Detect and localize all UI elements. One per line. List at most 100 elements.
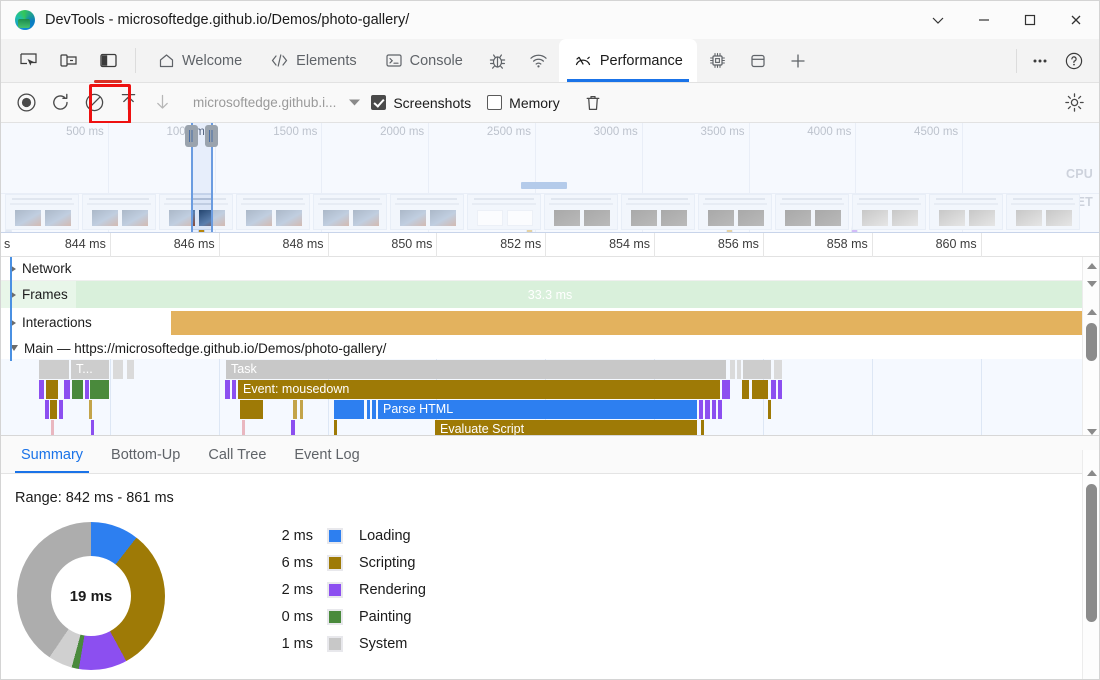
flame-bar[interactable] (771, 380, 776, 399)
legend-row[interactable]: 1 msSystem (261, 636, 426, 652)
close-icon[interactable] (1053, 1, 1099, 39)
screenshots-checkbox-group[interactable]: Screenshots (371, 95, 471, 111)
tab-issues[interactable] (477, 39, 518, 82)
flame-bar[interactable] (72, 380, 83, 399)
load-profile-up-arrow-icon[interactable] (111, 86, 145, 120)
filmstrip-frame[interactable] (698, 194, 772, 230)
filmstrip-frame[interactable] (621, 194, 695, 230)
filmstrip-frame[interactable] (467, 194, 541, 230)
profile-url-label[interactable]: microsoftedge.github.i... (193, 95, 336, 110)
interaction-event-bar[interactable] (171, 311, 1099, 335)
track-network[interactable]: Network (1, 257, 1099, 281)
flame-bar[interactable] (225, 380, 230, 399)
legend-row[interactable]: 6 msScripting (261, 555, 426, 571)
legend-row[interactable]: 2 msLoading (261, 528, 426, 544)
dock-side-icon[interactable] (91, 44, 125, 78)
maximize-icon[interactable] (1007, 1, 1053, 39)
flame-bar[interactable] (722, 380, 730, 399)
tab-performance[interactable]: Performance (559, 39, 697, 82)
summary-scroll-down-arrow-icon[interactable] (1083, 674, 1100, 680)
flame-bar[interactable] (774, 360, 782, 379)
flame-bar[interactable] (742, 380, 749, 399)
legend-row[interactable]: 0 msPainting (261, 609, 426, 625)
record-circle-icon[interactable] (9, 86, 43, 120)
tab-bottom-up[interactable]: Bottom-Up (97, 436, 194, 473)
flame-bar[interactable] (730, 360, 735, 379)
flame-bar[interactable] (367, 400, 370, 419)
legend-row[interactable]: 2 msRendering (261, 582, 426, 598)
caret-down-icon[interactable] (348, 98, 361, 107)
activity-donut-chart[interactable]: 19 ms (17, 522, 165, 670)
flame-bar[interactable] (39, 380, 44, 399)
flame-bar[interactable] (372, 400, 376, 419)
more-options-icon[interactable] (1023, 44, 1057, 78)
flame-bar-task-short[interactable]: T... (71, 360, 109, 379)
flame-bar[interactable] (300, 400, 303, 419)
filmstrip-frame[interactable] (82, 194, 156, 230)
add-panel-button[interactable] (778, 39, 818, 82)
flame-bar[interactable] (127, 360, 134, 379)
tracks-scroll-thumb[interactable] (1086, 323, 1097, 361)
clear-no-entry-icon[interactable] (77, 86, 111, 120)
filmstrip-frame[interactable] (5, 194, 79, 230)
flame-bar[interactable] (718, 400, 722, 419)
timeline-overview[interactable]: 500 ms1000 ms1500 ms2000 ms2500 ms3000 m… (1, 123, 1099, 233)
scroll-up-arrow-icon[interactable] (1083, 257, 1099, 274)
flame-bar[interactable] (293, 400, 297, 419)
track-main[interactable]: Main — https://microsoftedge.github.io/D… (1, 337, 1099, 359)
track-interactions[interactable]: Interactions (1, 309, 1099, 337)
tab-memory[interactable] (697, 39, 738, 82)
track-frames[interactable]: 33.3 ms Frames (1, 281, 1099, 309)
flame-bar[interactable] (768, 400, 771, 419)
flame-bar[interactable] (743, 360, 771, 379)
flame-bar[interactable] (752, 380, 768, 399)
memory-checkbox[interactable] (487, 95, 502, 110)
selection-left-handle[interactable] (185, 125, 198, 147)
main-thread-flame-chart[interactable]: T... Task Event: mousedown (1, 359, 1099, 443)
flame-bar[interactable] (39, 360, 69, 379)
summary-scroll-up-arrow-icon[interactable] (1083, 464, 1100, 481)
track-interactions-label-group[interactable]: Interactions (1, 309, 92, 336)
tab-event-log[interactable]: Event Log (280, 436, 373, 473)
device-emulation-icon[interactable] (51, 44, 85, 78)
flame-bar[interactable] (113, 360, 123, 379)
flame-bar[interactable] (240, 400, 263, 419)
flame-bar[interactable] (85, 380, 89, 399)
scroll-up-arrow-icon-2[interactable] (1083, 303, 1099, 320)
flame-bar[interactable] (699, 400, 703, 419)
scroll-down-arrow-icon[interactable] (1083, 275, 1099, 292)
summary-scroll-thumb[interactable] (1086, 484, 1097, 622)
reload-record-icon[interactable] (43, 86, 77, 120)
filmstrip-frame[interactable] (390, 194, 464, 230)
flame-bar[interactable] (90, 380, 109, 399)
flame-bar[interactable] (45, 400, 49, 419)
flame-bar[interactable] (705, 400, 710, 419)
tab-summary[interactable]: Summary (7, 436, 97, 473)
help-question-icon[interactable] (1057, 44, 1091, 78)
chevron-down-icon[interactable] (915, 1, 961, 39)
track-frames-label-group[interactable]: Frames (1, 281, 76, 308)
flame-bar[interactable] (232, 380, 236, 399)
tab-application[interactable] (738, 39, 778, 82)
flame-bar[interactable] (712, 400, 716, 419)
inspect-element-icon[interactable] (11, 44, 45, 78)
minimize-icon[interactable] (961, 1, 1007, 39)
filmstrip-frame[interactable] (775, 194, 849, 230)
tab-call-tree[interactable]: Call Tree (194, 436, 280, 473)
track-main-label-group[interactable]: Main — https://microsoftedge.github.io/D… (1, 337, 386, 359)
tab-elements[interactable]: Elements (256, 39, 370, 82)
tab-welcome[interactable]: Welcome (144, 39, 256, 82)
flame-bar[interactable] (46, 380, 58, 399)
filmstrip-frame[interactable] (236, 194, 310, 230)
save-profile-down-arrow-icon[interactable] (145, 86, 179, 120)
filmstrip-frame[interactable] (1006, 194, 1080, 230)
summary-scrollbar[interactable] (1082, 450, 1099, 680)
settings-gear-icon[interactable] (1057, 86, 1091, 120)
memory-checkbox-group[interactable]: Memory (487, 95, 560, 111)
tab-console[interactable]: Console (371, 39, 477, 82)
flame-bar[interactable] (334, 400, 364, 419)
tab-network[interactable] (518, 39, 559, 82)
filmstrip-frame[interactable] (313, 194, 387, 230)
filmstrip-frame[interactable] (929, 194, 1003, 230)
filmstrip-frame[interactable] (852, 194, 926, 230)
